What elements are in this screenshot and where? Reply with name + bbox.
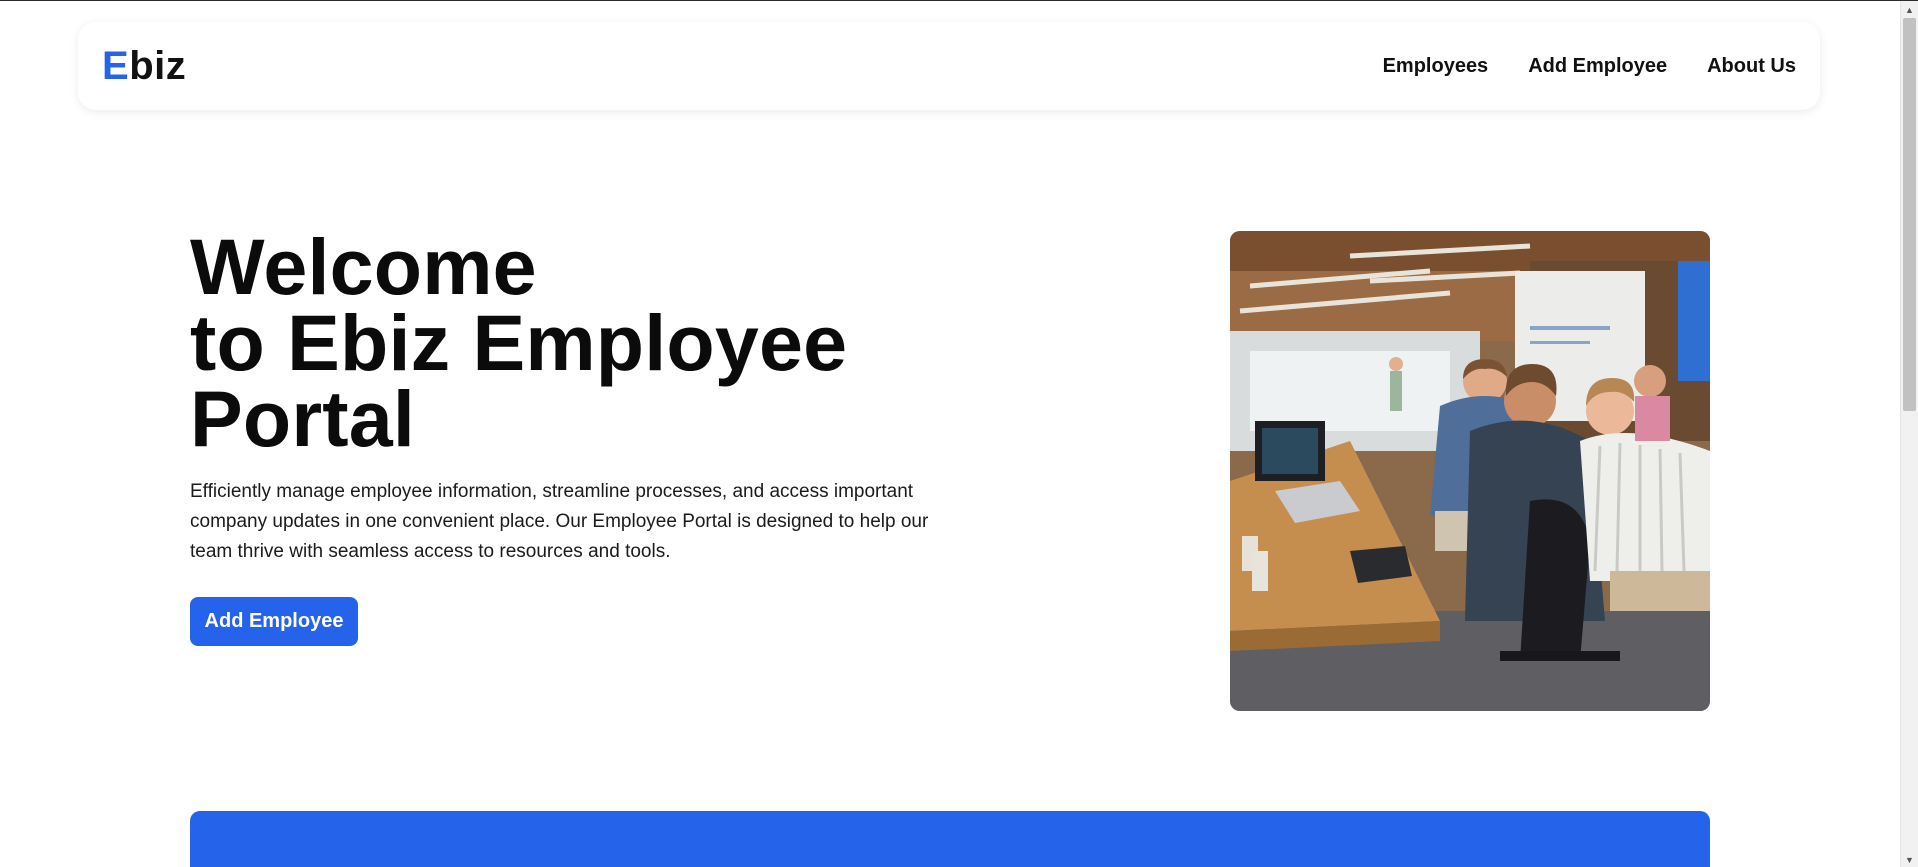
hero-description: Efficiently manage employee information,…: [190, 481, 929, 562]
scrollbar-thumb[interactable]: [1903, 18, 1916, 411]
triangle-up-icon[interactable]: ▲: [1901, 1, 1918, 18]
hero-office-image: [1230, 231, 1710, 711]
nav-link-add-employee[interactable]: Add Employee: [1528, 55, 1667, 78]
nav-link-employees[interactable]: Employees: [1383, 55, 1489, 78]
hero-title-line-3: Portal: [190, 374, 416, 463]
logo-text: biz: [129, 43, 187, 88]
logo-letter-e: E: [102, 43, 130, 88]
logo[interactable]: Ebiz: [102, 44, 186, 89]
hero-title: Welcome to Ebiz Employee Portal: [190, 222, 848, 463]
navbar: Ebiz Employees Add Employee About Us: [78, 22, 1820, 110]
hero-title-line-2: to Ebiz Employee: [190, 298, 848, 387]
triangle-down-icon[interactable]: ▼: [1901, 851, 1918, 867]
feature-banner: [190, 811, 1710, 867]
page: Ebiz Employees Add Employee About Us Wel…: [0, 0, 1918, 867]
nav-link-about-us[interactable]: About Us: [1707, 55, 1796, 78]
hero-title-line-1: Welcome: [190, 222, 537, 311]
nav-links: Employees Add Employee About Us: [1383, 55, 1796, 78]
page-scrollbar[interactable]: ▲ ▼: [1900, 1, 1918, 867]
add-employee-button[interactable]: Add Employee: [190, 597, 358, 646]
